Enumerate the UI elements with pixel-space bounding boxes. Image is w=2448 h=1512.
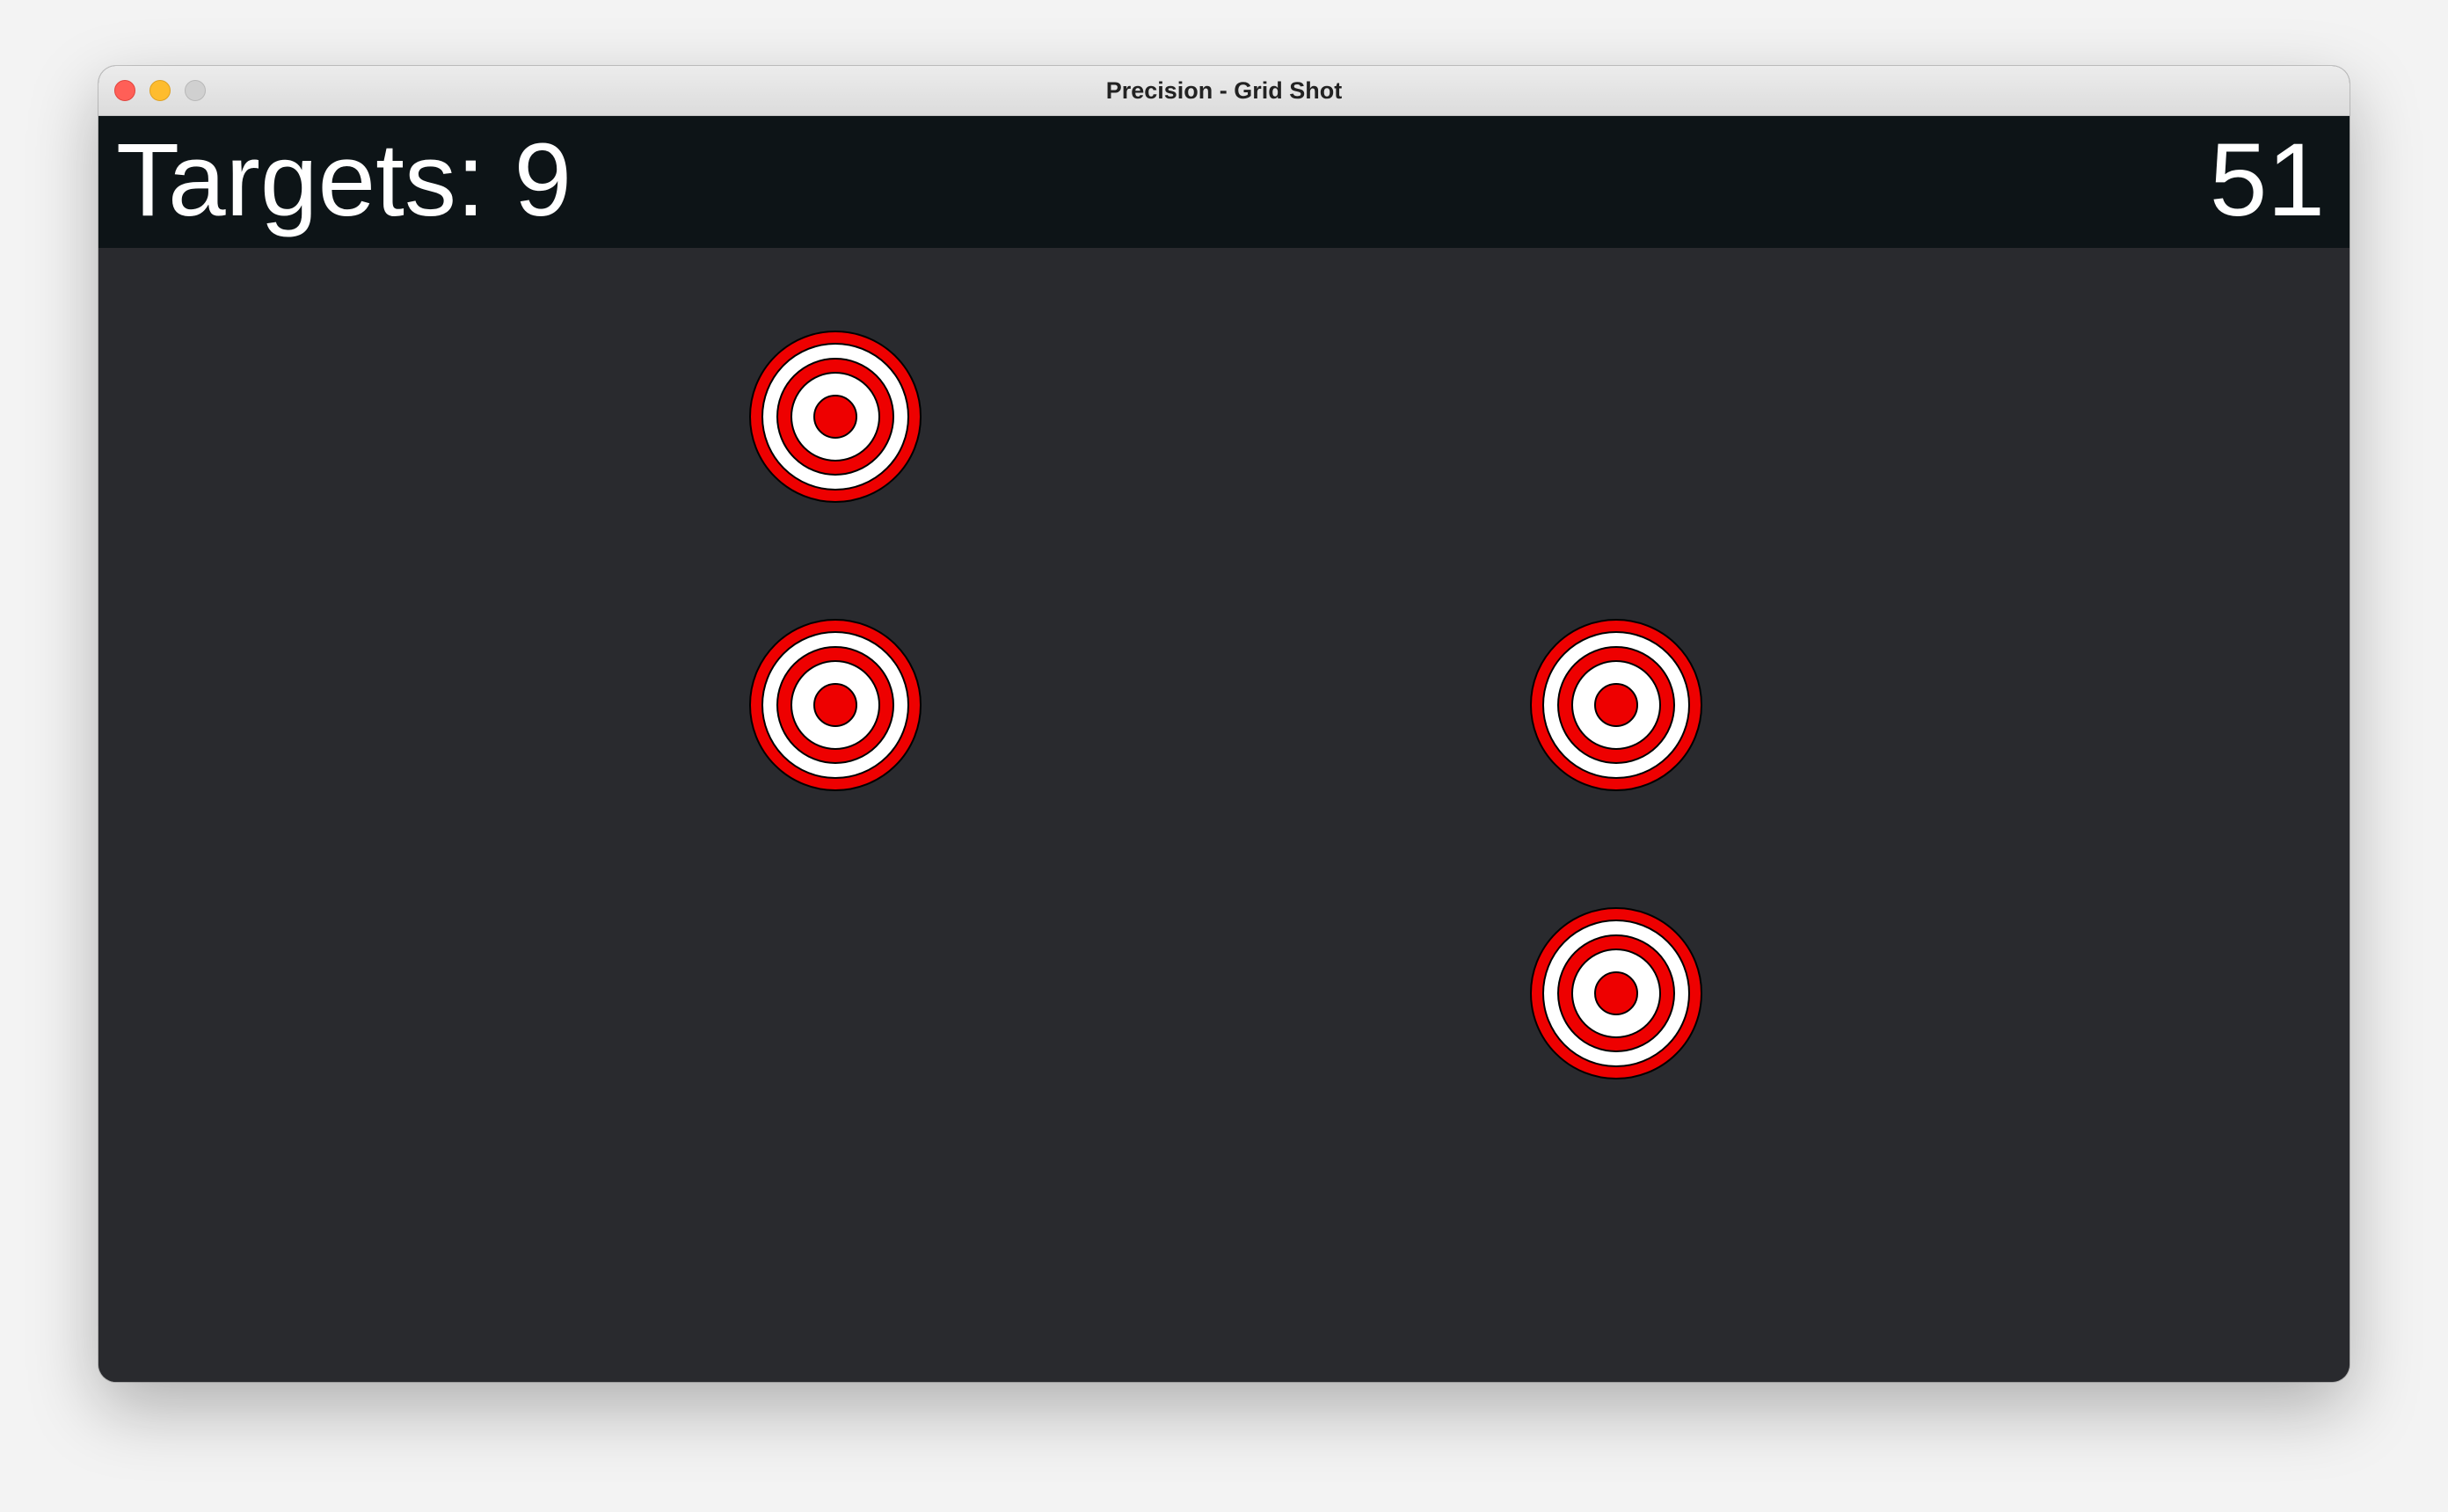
targets-counter: Targets: 9 [116,122,572,238]
bullseye-icon [749,619,922,791]
bullseye-icon [749,331,922,503]
hud-bar: Targets: 9 51 [98,116,2350,248]
bullseye-icon [1530,907,1702,1079]
play-area[interactable] [98,248,2350,1382]
target[interactable] [1528,905,1704,1081]
title-bar: Precision - Grid Shot [98,66,2350,116]
window-title: Precision - Grid Shot [1105,77,1343,104]
target[interactable] [747,329,923,505]
target[interactable] [1528,617,1704,793]
game-window: Precision - Grid Shot Targets: 9 51 [98,66,2350,1382]
target[interactable] [747,617,923,793]
bullseye-icon [1530,619,1702,791]
timer-readout: 51 [2209,122,2325,238]
